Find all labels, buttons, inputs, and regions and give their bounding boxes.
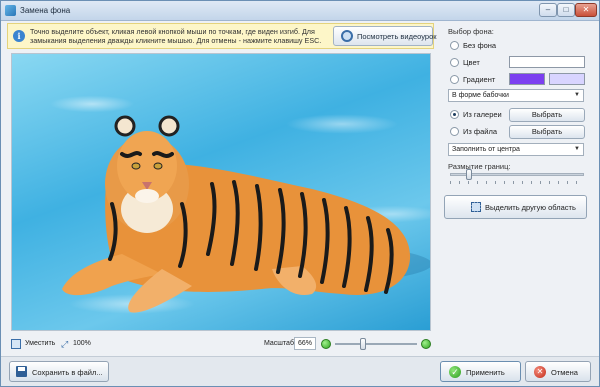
watch-video-button[interactable]: Посмотреть видеоурок — [333, 26, 437, 46]
gradient-label: Градиент — [463, 75, 496, 84]
bottom-bar: Сохранить в файл... ✓ Применить ✕ Отмена — [1, 356, 599, 386]
scale-label: Масштаб: — [264, 340, 296, 347]
cancel-label: Отмена — [551, 368, 578, 377]
select-other-area-label: Выделить другую область — [485, 203, 576, 212]
title-bar: Замена фона – □ ✕ — [1, 1, 599, 21]
watch-video-label: Посмотреть видеоурок — [357, 32, 437, 41]
choose-gallery-button[interactable]: Выбрать — [509, 108, 585, 122]
fill-dropdown-value: Заполнить от центра — [452, 146, 520, 153]
choose-file-button[interactable]: Выбрать — [509, 125, 585, 139]
image-canvas[interactable] — [11, 53, 431, 331]
instruction-line-1: Точно выделите объект, кликая левой кноп… — [30, 27, 315, 36]
zoom-in-icon[interactable] — [421, 339, 431, 349]
background-heading: Выбор фона: — [448, 27, 494, 36]
blur-slider-thumb[interactable] — [466, 169, 472, 180]
save-to-file-label: Сохранить в файл... — [32, 368, 103, 377]
apply-button[interactable]: ✓ Применить — [440, 361, 521, 382]
fit-button[interactable]: Уместить — [25, 340, 55, 347]
apply-label: Применить — [466, 368, 505, 377]
shape-dropdown-value: В форме бабочки — [452, 92, 509, 99]
instruction-bar: i Точно выделите объект, кликая левой кн… — [7, 23, 437, 49]
blur-ticks — [450, 181, 584, 184]
cancel-button[interactable]: ✕ Отмена — [525, 361, 591, 382]
blur-slider[interactable] — [450, 169, 584, 180]
minimize-button[interactable]: – — [539, 3, 557, 17]
maximize-button[interactable]: □ — [557, 3, 575, 17]
gradient-color-1[interactable] — [509, 73, 545, 85]
blur-heading: Размытие границ: — [448, 162, 511, 171]
from-file-label: Из файла — [463, 127, 497, 136]
gradient-color-2[interactable] — [549, 73, 585, 85]
info-icon: i — [13, 30, 25, 42]
app-window: Замена фона – □ ✕ i Точно выделите объек… — [0, 0, 600, 387]
cancel-icon: ✕ — [534, 366, 546, 378]
from-gallery-label: Из галереи — [463, 110, 502, 119]
chevron-down-icon: ▼ — [574, 92, 580, 98]
color-label: Цвет — [463, 58, 480, 67]
tiger-photo — [62, 115, 430, 313]
radio-gradient[interactable] — [450, 75, 459, 84]
zoom-slider-thumb[interactable] — [360, 338, 366, 350]
shape-dropdown[interactable]: В форме бабочки ▼ — [448, 89, 584, 102]
radio-from-gallery[interactable] — [450, 110, 459, 119]
fill-dropdown[interactable]: Заполнить от центра ▼ — [448, 143, 584, 156]
save-to-file-button[interactable]: Сохранить в файл... — [9, 361, 109, 382]
status-bar: Уместить ⤢ 100% Масштаб: 66% — [7, 335, 434, 353]
zoom-out-icon[interactable] — [321, 339, 331, 349]
actual-size-icon[interactable]: ⤢ — [61, 339, 71, 349]
selection-icon — [471, 202, 481, 212]
radio-color[interactable] — [450, 58, 459, 67]
zoom-slider[interactable] — [335, 338, 417, 350]
select-other-area-button[interactable]: Выделить другую область — [444, 195, 587, 219]
checkmark-icon: ✓ — [449, 366, 461, 378]
fit-icon[interactable] — [11, 339, 21, 349]
chevron-down-icon: ▼ — [574, 146, 580, 152]
radio-no-background[interactable] — [450, 41, 459, 50]
actual-size-button[interactable]: 100% — [73, 340, 91, 347]
instruction-line-2: замыкания выделения дважды кликните мышь… — [30, 36, 322, 45]
floppy-disk-icon — [16, 366, 27, 377]
close-button[interactable]: ✕ — [575, 3, 597, 17]
no-background-label: Без фона — [463, 41, 497, 50]
webcam-icon — [341, 30, 353, 42]
color-swatch[interactable] — [509, 56, 585, 68]
scale-input[interactable]: 66% — [294, 337, 316, 350]
radio-from-file[interactable] — [450, 127, 459, 136]
app-icon — [5, 5, 16, 16]
window-title: Замена фона — [20, 6, 71, 15]
instruction-text: Точно выделите объект, кликая левой кноп… — [30, 27, 335, 45]
